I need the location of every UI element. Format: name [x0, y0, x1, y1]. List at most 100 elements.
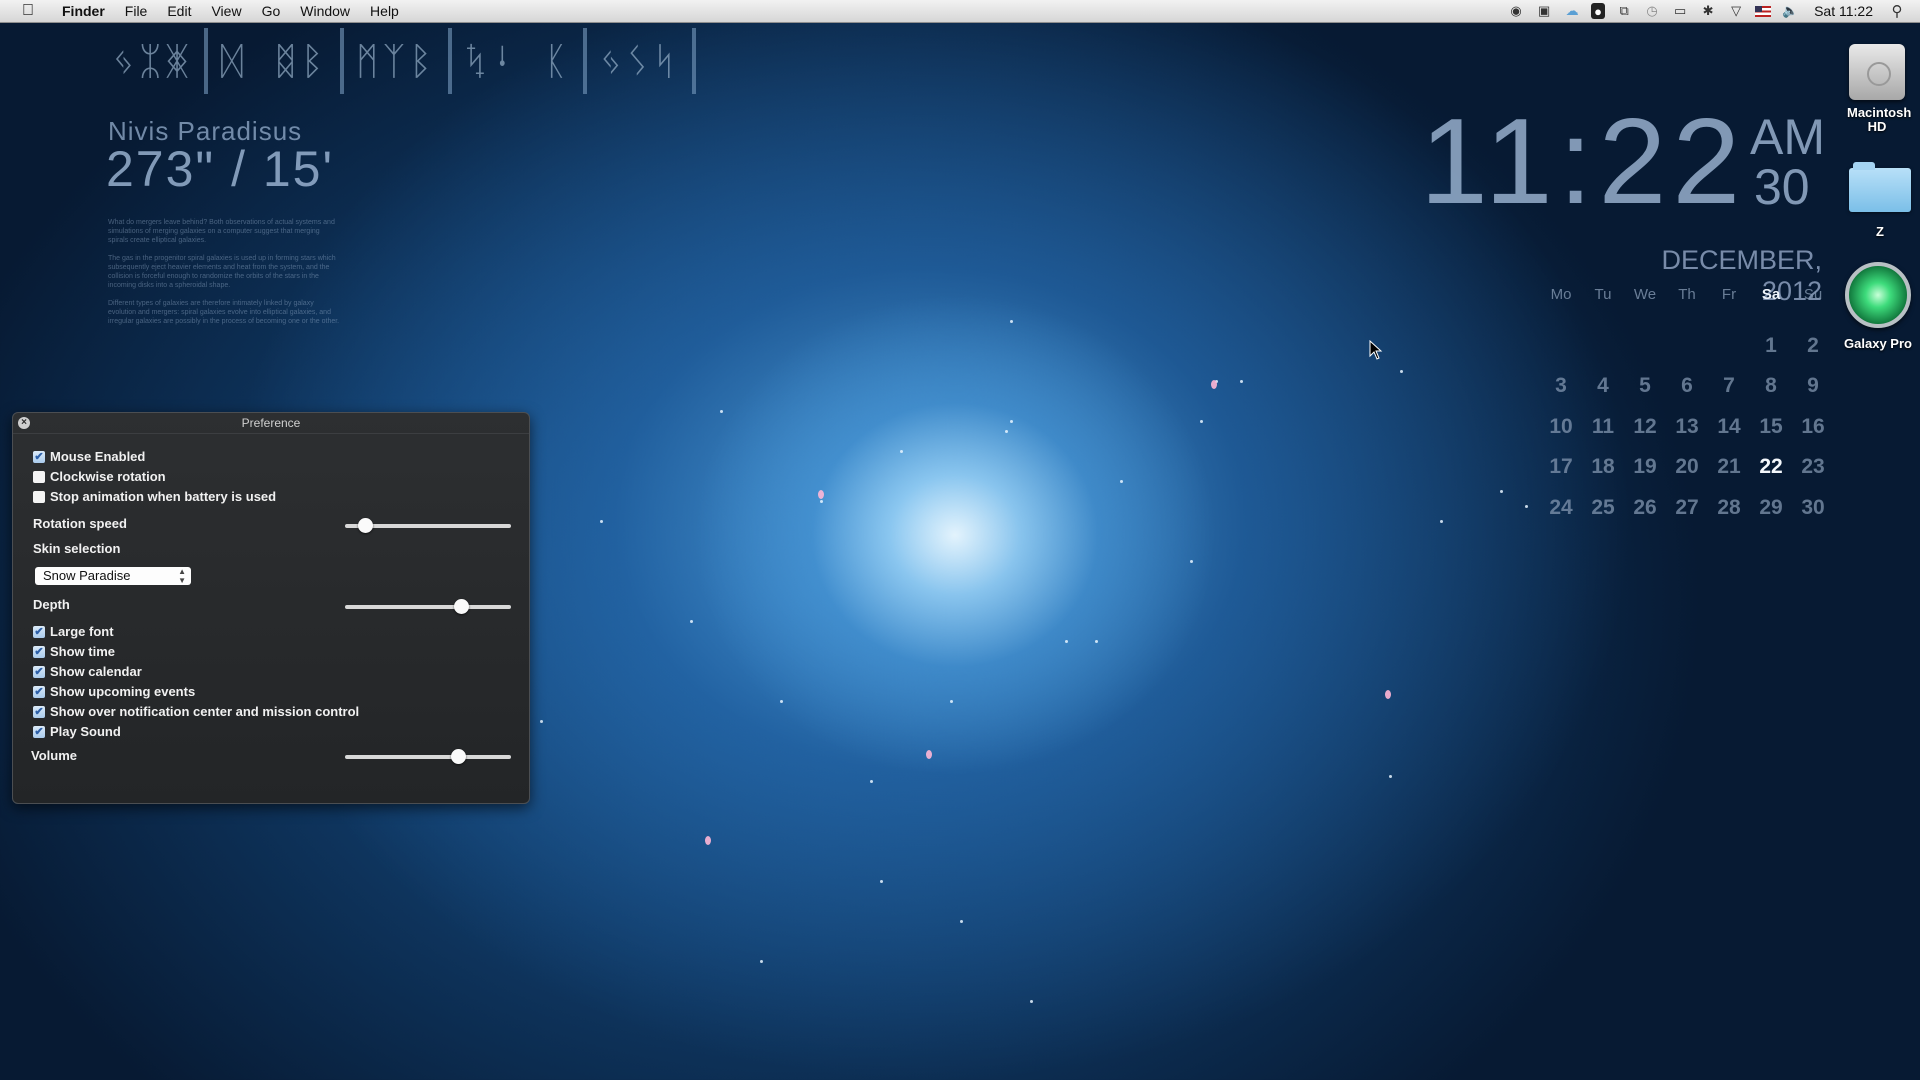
cloud-sync-icon[interactable]: ☁ — [1563, 3, 1581, 19]
search-icon[interactable]: ⚲ — [1888, 3, 1906, 20]
calendar-day: 21 — [1717, 455, 1741, 478]
skin-selection-label: Skin selection — [33, 541, 121, 556]
rune-text: ᛪᛍ ᛕ — [464, 39, 572, 83]
checkbox-label: Show upcoming events — [50, 684, 196, 699]
pink-star — [705, 836, 711, 845]
menu-bar:  Finder File Edit View Go Window Help ◉… — [0, 0, 1920, 23]
galaxy-app-icon — [1845, 262, 1911, 328]
calendar-day: 4 — [1597, 374, 1609, 397]
calendar-day: 26 — [1633, 495, 1657, 519]
apple-logo-icon[interactable]:  — [18, 2, 38, 20]
bluetooth-icon[interactable]: ✱ — [1699, 3, 1717, 19]
time-machine-icon[interactable]: ◷ — [1643, 3, 1661, 19]
checkbox[interactable]: ✔ — [33, 625, 45, 638]
menu-finder[interactable]: Finder — [52, 0, 115, 22]
calendar-day: 18 — [1591, 455, 1615, 478]
checkbox[interactable]: ✔ — [33, 450, 45, 463]
calendar-day: 25 — [1591, 495, 1615, 519]
depth-label: Depth — [33, 597, 70, 612]
window-resize-icon[interactable]: ⧉ — [1615, 3, 1633, 19]
video-camera-icon[interactable]: ▣ — [1535, 3, 1553, 19]
clock-seconds: 30 — [1754, 159, 1810, 215]
checkbox[interactable] — [33, 470, 45, 483]
rotation-speed-slider[interactable] — [345, 518, 511, 533]
calendar-weekday: Th — [1678, 286, 1696, 303]
menu-go[interactable]: Go — [252, 0, 291, 22]
calendar-day: 5 — [1639, 374, 1651, 397]
rune-banner: ᛃᛯᛤ ᛞ ᛥᛒ ᛗᛉᛒ ᛪᛍ ᛕ ᛃᛊᛋ — [100, 26, 696, 96]
depth-slider[interactable] — [345, 599, 511, 614]
checkbox[interactable]: ✔ — [33, 665, 45, 678]
us-flag-input-icon[interactable] — [1755, 5, 1772, 17]
calendar-day: 24 — [1549, 495, 1573, 519]
checkbox-show-calendar[interactable]: ✔ Show calendar — [33, 664, 142, 679]
checkbox-stop-animation-battery[interactable]: Stop animation when battery is used — [33, 489, 276, 504]
calendar-weekday: Su — [1803, 286, 1823, 303]
record-icon[interactable]: ◉ — [1507, 3, 1525, 19]
desktop-icon-label: Z — [1876, 224, 1884, 239]
star — [870, 780, 873, 783]
checkbox-mouse-enabled[interactable]: ✔ Mouse Enabled — [33, 449, 145, 464]
pink-star — [926, 750, 932, 759]
desktop-icon-macintosh-hd[interactable]: Macintosh HD — [1832, 44, 1920, 134]
checkbox-label: Play Sound — [50, 724, 121, 739]
checkbox-label: Large font — [50, 624, 114, 639]
checkbox-show-upcoming-events[interactable]: ✔ Show upcoming events — [33, 684, 195, 699]
calendar-day: 2 — [1807, 333, 1819, 357]
checkbox-label: Clockwise rotation — [50, 469, 166, 484]
checkbox-clockwise-rotation[interactable]: Clockwise rotation — [33, 469, 166, 484]
window-titlebar[interactable]: × Preference — [13, 413, 529, 434]
menubar-clock[interactable]: Sat 11:22 — [1804, 3, 1883, 19]
checkbox[interactable]: ✔ — [33, 705, 45, 718]
clock-widget: 11:22 AM 30 — [1420, 100, 1825, 222]
star — [1120, 480, 1123, 483]
menu-view[interactable]: View — [201, 0, 251, 22]
slider-knob[interactable] — [454, 599, 470, 614]
checkbox[interactable]: ✔ — [33, 685, 45, 698]
description-paragraph: The gas in the progenitor spiral galaxie… — [108, 255, 336, 289]
checkbox-show-time[interactable]: ✔ Show time — [33, 644, 115, 659]
description-paragraph: Different types of galaxies are therefor… — [108, 300, 340, 325]
slider-knob[interactable] — [450, 749, 466, 764]
desktop-icon-z-folder[interactable]: Z — [1835, 160, 1920, 239]
desktop-icon-galaxy-pro[interactable]: Galaxy Pro — [1833, 262, 1920, 351]
calendar-empty-cell — [1582, 326, 1624, 367]
volume-icon[interactable]: 🔈 — [1781, 3, 1799, 19]
menu-edit[interactable]: Edit — [157, 0, 201, 22]
calendar-day: 19 — [1633, 455, 1657, 478]
checkbox-label: Show time — [50, 644, 116, 659]
slider-knob[interactable] — [357, 518, 373, 533]
volume-slider[interactable] — [345, 749, 511, 764]
star — [780, 700, 783, 703]
checkbox-play-sound[interactable]: ✔ Play Sound — [33, 724, 121, 739]
close-button[interactable]: × — [18, 417, 30, 429]
app-badge-icon[interactable]: ● — [1591, 3, 1606, 19]
checkbox[interactable] — [33, 490, 45, 503]
star — [1005, 430, 1008, 433]
checkbox[interactable]: ✔ — [33, 725, 45, 738]
calendar-day: 8 — [1765, 374, 1777, 397]
calendar-weekday: Fr — [1721, 286, 1737, 303]
checkbox-large-font[interactable]: ✔ Large font — [33, 624, 114, 639]
calendar-day: 1 — [1765, 333, 1777, 357]
display-icon[interactable]: ▭ — [1671, 3, 1689, 19]
calendar-day: 12 — [1633, 414, 1657, 438]
checkbox-show-over-notification-center[interactable]: ✔ Show over notification center and miss… — [33, 704, 359, 719]
menu-file[interactable]: File — [115, 0, 158, 22]
desktop-icon-label: Macintosh HD — [1847, 105, 1912, 134]
star — [900, 450, 903, 453]
star — [1200, 420, 1203, 423]
rune-text: ᛗᛉᛒ — [355, 39, 437, 83]
rune-text: ᛞ ᛥᛒ — [220, 39, 328, 83]
pink-star — [818, 490, 824, 499]
menu-window[interactable]: Window — [290, 0, 360, 22]
star — [960, 920, 963, 923]
menu-help[interactable]: Help — [360, 0, 409, 22]
mouse-cursor-icon — [1369, 339, 1383, 365]
calendar-day: 20 — [1675, 455, 1699, 478]
skin-selection-dropdown[interactable]: Snow Paradise ▲ ▼ — [35, 567, 191, 585]
star — [1240, 380, 1243, 383]
rune-text: ᛃᛊᛋ — [599, 39, 680, 83]
wifi-icon[interactable]: ▽ — [1727, 3, 1745, 19]
checkbox[interactable]: ✔ — [33, 645, 45, 658]
